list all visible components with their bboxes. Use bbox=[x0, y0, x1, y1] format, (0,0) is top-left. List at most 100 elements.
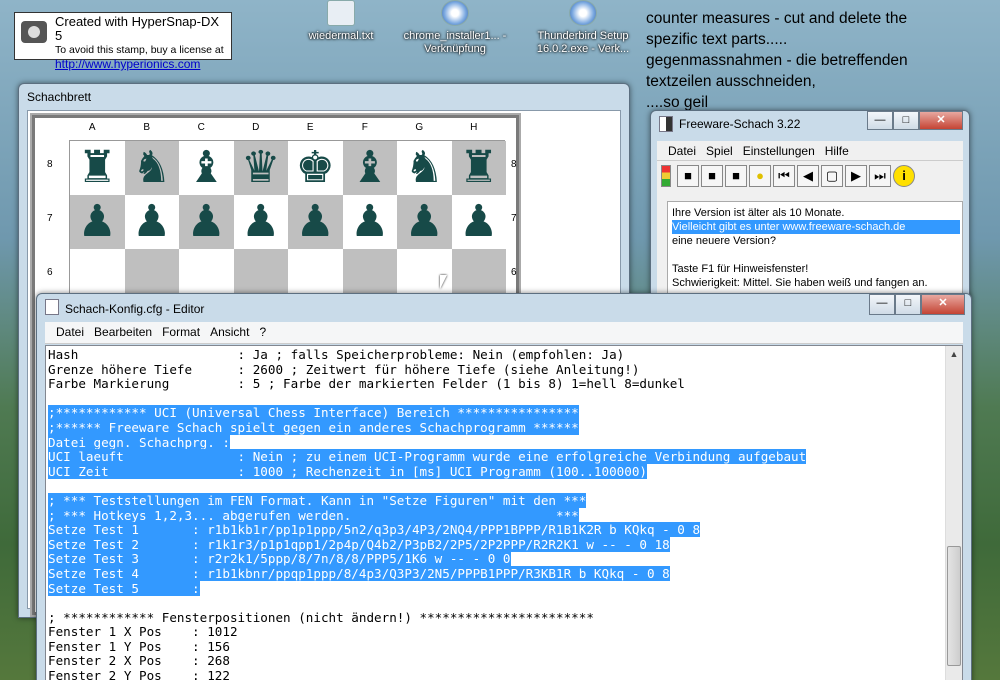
text-area[interactable]: Hash : Ja ; falls Speicherprobleme: Nein… bbox=[45, 345, 963, 680]
installer-icon bbox=[569, 0, 597, 26]
board-square[interactable]: ♚ bbox=[288, 141, 343, 195]
board-square[interactable]: ♟ bbox=[179, 195, 234, 249]
maximize-button[interactable]: □ bbox=[893, 111, 919, 130]
text-line: Fenster 1 X Pos : 1012 bbox=[48, 624, 944, 640]
text-lines[interactable]: Hash : Ja ; falls Speicherprobleme: Nein… bbox=[48, 347, 944, 680]
text-line: ;************ UCI (Universal Chess Inter… bbox=[48, 405, 944, 421]
editor-window[interactable]: Schach-Konfig.cfg - Editor — □ ✕ Datei B… bbox=[36, 293, 972, 680]
menu-spiel[interactable]: Spiel bbox=[701, 141, 738, 160]
minimize-button[interactable]: — bbox=[867, 111, 893, 130]
board-square[interactable]: ♟ bbox=[342, 195, 397, 249]
note-line: textzeilen ausschneiden, bbox=[646, 73, 816, 90]
board-square[interactable]: ♟ bbox=[233, 195, 288, 249]
forward-icon[interactable]: ▶ bbox=[845, 165, 867, 187]
text-line: ; ************ Fensterpositionen (nicht … bbox=[48, 609, 944, 626]
vertical-scrollbar[interactable]: ▲ bbox=[945, 346, 962, 680]
menu-einstellungen[interactable]: Einstellungen bbox=[738, 141, 820, 160]
note-line: spezific text parts..... bbox=[646, 31, 788, 48]
text-line: Setze Test 2 : r1k1r3/p1p1qpp1/2p4p/Q4b2… bbox=[48, 536, 944, 553]
text-line-content: ; *** Hotkeys 1,2,3... abgerufen werden.… bbox=[48, 507, 579, 523]
board-square[interactable]: ♜ bbox=[451, 141, 506, 195]
text-line-content: Setze Test 3 : r2r2k1/5ppp/8/7n/8/8/PPP5… bbox=[48, 551, 511, 567]
menu-datei[interactable]: Datei bbox=[663, 141, 701, 160]
desktop-icon-label: Thunderbird Setup 16.0.2.exe - Verk... bbox=[536, 30, 630, 55]
text-line bbox=[48, 479, 944, 494]
board-square[interactable]: ♟ bbox=[70, 195, 125, 249]
desktop-icon-chrome[interactable]: chrome_installer1... - Verknüpfung bbox=[400, 0, 510, 56]
board-square[interactable]: ♝ bbox=[342, 141, 397, 195]
text-line-content: Fenster 2 Y Pos : 122 bbox=[48, 668, 230, 680]
menu-hilfe[interactable]: Hilfe bbox=[820, 141, 854, 160]
last-move-icon[interactable]: ⏭ bbox=[869, 165, 891, 187]
menu-datei[interactable]: Datei bbox=[51, 322, 89, 343]
board-square[interactable]: ♝ bbox=[179, 141, 234, 195]
freeware-titlebar[interactable]: Freeware-Schach 3.22 — □ ✕ bbox=[651, 111, 969, 137]
menu-bearbeiten[interactable]: Bearbeiten bbox=[89, 322, 157, 343]
first-move-icon[interactable]: ⏮ bbox=[773, 165, 795, 187]
scroll-up-icon[interactable]: ▲ bbox=[946, 346, 962, 363]
board-square[interactable]: ♛ bbox=[233, 141, 288, 195]
board-square[interactable]: ♟ bbox=[451, 195, 506, 249]
stop-icon[interactable]: ▢ bbox=[821, 165, 843, 187]
close-button[interactable]: ✕ bbox=[919, 111, 963, 130]
text-line: Fenster 2 X Pos : 268 bbox=[48, 654, 944, 669]
text-line: ; *** Teststellungen im FEN Format. Kann… bbox=[48, 492, 944, 509]
info-icon[interactable]: i bbox=[893, 165, 915, 187]
text-line-content: UCI laeuft : Nein ; zu einem UCI-Program… bbox=[48, 449, 807, 465]
text-line: Hash : Ja ; falls Speicherprobleme: Nein… bbox=[48, 347, 944, 363]
desktop-icon-wiedermal[interactable]: wiedermal.txt bbox=[286, 0, 396, 43]
menu-format[interactable]: Format bbox=[157, 322, 205, 343]
stamp-link[interactable]: http://www.hyperionics.com bbox=[55, 57, 227, 71]
back-icon[interactable]: ◀ bbox=[797, 165, 819, 187]
desktop-icon-thunderbird[interactable]: Thunderbird Setup 16.0.2.exe - Verk... bbox=[528, 0, 638, 56]
rank-label: 7 bbox=[47, 213, 53, 224]
menu-ansicht[interactable]: Ansicht bbox=[205, 322, 254, 343]
hypersnap-stamp: Created with HyperSnap-DX 5 To avoid thi… bbox=[14, 12, 232, 71]
text-line: UCI Zeit : 1000 ; Rechenzeit in [ms] UCI… bbox=[48, 463, 944, 480]
chessboard-titlebar[interactable]: Schachbrett bbox=[19, 84, 629, 110]
text-line-content: Setze Test 1 : r1b1kb1r/pp1p1ppp/5n2/q3p… bbox=[48, 522, 701, 538]
text-line: Setze Test 4 : r1b1kbnr/ppqp1ppp/8/4p3/Q… bbox=[48, 565, 944, 582]
message-line: Taste F1 für Hinweisfenster! bbox=[672, 263, 809, 275]
minimize-button[interactable]: — bbox=[869, 294, 895, 315]
file-label: A bbox=[88, 122, 96, 133]
text-line-content: Hash : Ja ; falls Speicherprobleme: Nein… bbox=[48, 347, 625, 362]
file-labels: A B C D E F G H bbox=[65, 122, 501, 133]
board-square[interactable]: ♜ bbox=[70, 141, 125, 195]
open-icon[interactable]: ■ bbox=[701, 165, 723, 187]
maximize-button[interactable]: □ bbox=[895, 294, 921, 315]
window-controls: — □ ✕ bbox=[869, 294, 965, 315]
board-square[interactable]: ♞ bbox=[397, 141, 452, 195]
rank-labels-right: 8 7 6 bbox=[511, 138, 517, 300]
text-line-content: ; *** Teststellungen im FEN Format. Kann… bbox=[48, 492, 587, 508]
board-square[interactable]: ♟ bbox=[397, 195, 452, 249]
text-line: UCI laeuft : Nein ; zu einem UCI-Program… bbox=[48, 449, 944, 465]
scroll-thumb[interactable] bbox=[947, 546, 961, 666]
freeware-schach-window[interactable]: Freeware-Schach 3.22 — □ ✕ Datei Spiel E… bbox=[650, 110, 970, 298]
text-line-content: ; ************ Fensterpositionen (nicht … bbox=[48, 609, 594, 625]
message-box: Ihre Version ist älter als 10 Monate. Vi… bbox=[667, 201, 963, 297]
close-button[interactable]: ✕ bbox=[921, 294, 965, 315]
toolbar: ■ ■ ■ ● ⏮ ◀ ▢ ▶ ⏭ i bbox=[657, 161, 963, 191]
editor-titlebar[interactable]: Schach-Konfig.cfg - Editor — □ ✕ bbox=[37, 294, 971, 322]
file-label: F bbox=[361, 122, 368, 133]
text-line-content: Fenster 2 X Pos : 268 bbox=[48, 653, 230, 669]
note-line: counter measures - cut and delete the bbox=[646, 10, 908, 27]
stamp-line1: Created with HyperSnap-DX 5 bbox=[55, 14, 220, 43]
stamp-line2: To avoid this stamp, buy a license at bbox=[55, 44, 224, 56]
text-line: Setze Test 5 : bbox=[48, 580, 944, 597]
hint-bulb-icon[interactable]: ● bbox=[749, 165, 771, 187]
board-square[interactable]: ♟ bbox=[288, 195, 343, 249]
save-icon[interactable]: ■ bbox=[725, 165, 747, 187]
text-line bbox=[48, 596, 944, 611]
menu-help[interactable]: ? bbox=[254, 322, 271, 343]
board-square[interactable]: ♟ bbox=[124, 195, 179, 249]
text-line: ;****** Freeware Schach spielt gegen ein… bbox=[48, 419, 944, 436]
menubar: Datei Spiel Einstellungen Hilfe bbox=[657, 141, 963, 161]
file-label: H bbox=[470, 122, 478, 133]
traffic-light-icon[interactable] bbox=[661, 165, 671, 187]
new-icon[interactable]: ■ bbox=[677, 165, 699, 187]
window-title: Schachbrett bbox=[27, 90, 92, 104]
message-line-selected: Vielleicht gibt es unter www.freeware-sc… bbox=[672, 220, 960, 234]
board-square[interactable]: ♞ bbox=[124, 141, 179, 195]
